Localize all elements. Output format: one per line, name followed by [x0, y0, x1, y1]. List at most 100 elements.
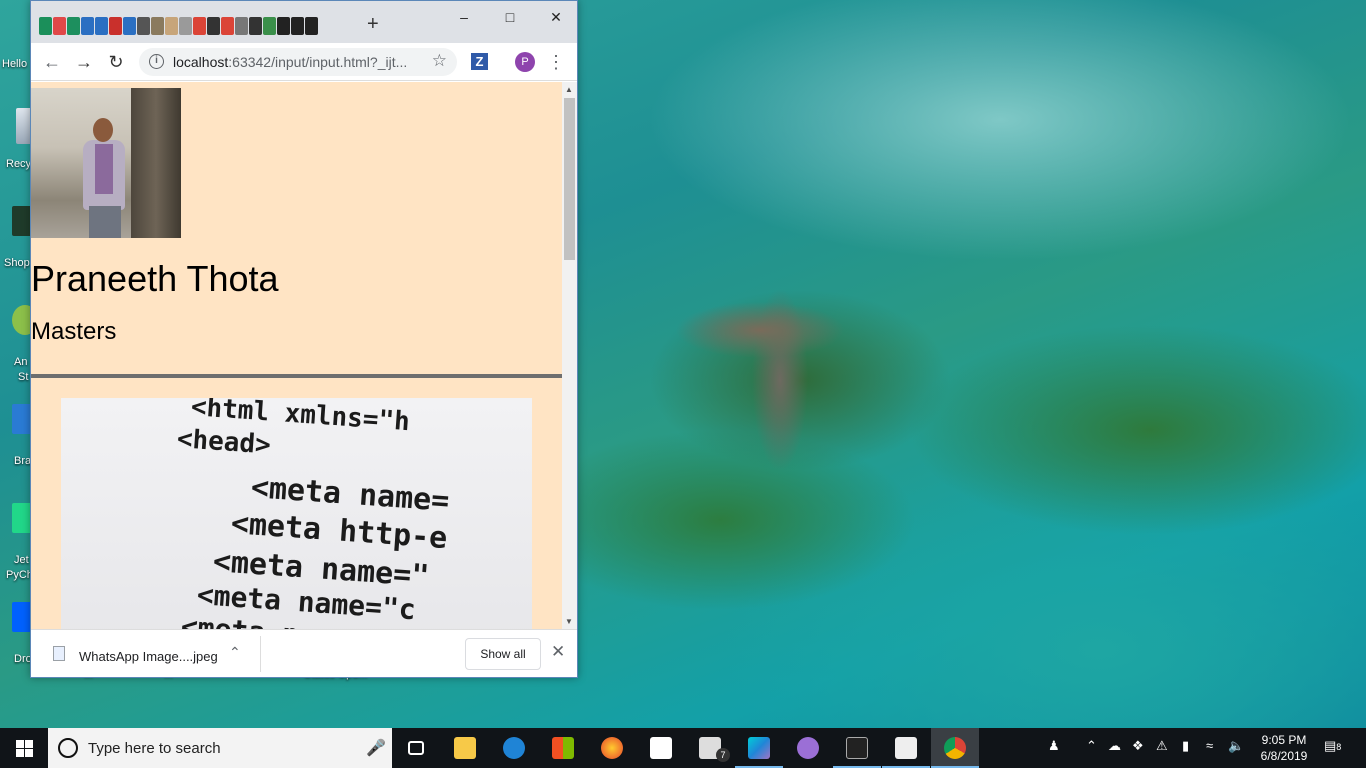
- url-path: :63342/input/input.html?_ijt...: [228, 54, 408, 70]
- tab-favicon-5[interactable]: [95, 17, 108, 35]
- taskbar: Type here to search 🎤 7 ♟ ⌃ ☁ ❖ ⚠ ▮ ≈ 🔈 …: [0, 728, 1366, 768]
- wifi-icon[interactable]: ≈: [1206, 738, 1213, 768]
- volume-icon[interactable]: 🔈: [1228, 738, 1244, 768]
- recycle-bin-icon[interactable]: [0, 108, 32, 144]
- file-explorer-icon[interactable]: [441, 728, 489, 768]
- close-download-shelf-icon[interactable]: ✕: [551, 642, 565, 662]
- forward-arrow-icon[interactable]: →: [73, 51, 95, 73]
- tab-favicon-2[interactable]: [53, 17, 66, 35]
- desktop-icon-label-hello[interactable]: Hello: [2, 58, 27, 70]
- edge-icon[interactable]: [490, 728, 538, 768]
- desktop-icon-label-shop[interactable]: Shop: [4, 257, 30, 269]
- scroll-up-arrow-icon[interactable]: ▲: [565, 85, 573, 94]
- mail-icon[interactable]: 7: [686, 728, 734, 768]
- tab-favicon-10[interactable]: [165, 17, 178, 35]
- system-clock[interactable]: 9:05 PM 6/8/2019: [1252, 732, 1316, 764]
- browser-window: + – □ ✕ ← → ↻ i localhost:63342/input/in…: [30, 0, 578, 678]
- pycharm-icon[interactable]: [0, 503, 38, 533]
- desktop-icon-label-studio[interactable]: St: [18, 371, 28, 383]
- android-studio-icon[interactable]: [0, 305, 38, 335]
- horizontal-rule: [31, 374, 562, 378]
- dropbox-icon[interactable]: [0, 602, 38, 632]
- photo-person-legs: [89, 206, 121, 238]
- tab-favicon-google-2[interactable]: [221, 17, 234, 35]
- desktop-icon-label-pycharm[interactable]: PyCh: [6, 569, 33, 581]
- desktop-icon-label-android[interactable]: An: [14, 356, 27, 368]
- github-desktop-icon[interactable]: [784, 728, 832, 768]
- maximize-icon[interactable]: □: [487, 5, 533, 29]
- new-tab-plus-icon[interactable]: +: [367, 13, 379, 36]
- onedrive-icon[interactable]: ☁: [1108, 738, 1121, 768]
- tab-favicon-16[interactable]: [277, 17, 290, 35]
- tab-favicon-18[interactable]: [305, 17, 318, 35]
- download-file-name[interactable]: WhatsApp Image....jpeg: [79, 649, 218, 664]
- chrome-icon[interactable]: [931, 728, 979, 768]
- tab-favicon-8[interactable]: [137, 17, 150, 35]
- battery-icon[interactable]: ▮: [1182, 738, 1189, 768]
- page-subheading-role: Masters: [31, 318, 117, 345]
- microphone-icon[interactable]: 🎤: [366, 738, 386, 758]
- extension-z-icon[interactable]: Z: [471, 53, 488, 70]
- tab-favicon-6[interactable]: [109, 17, 122, 35]
- photos-icon[interactable]: [882, 728, 930, 768]
- firefox-icon[interactable]: [588, 728, 636, 768]
- warning-tray-icon[interactable]: ⚠: [1156, 738, 1168, 768]
- people-icon[interactable]: ♟: [1048, 738, 1060, 768]
- tab-favicon-7[interactable]: [123, 17, 136, 35]
- tab-favicon-15[interactable]: [263, 17, 276, 35]
- scrollbar-thumb[interactable]: [564, 98, 575, 260]
- back-arrow-icon[interactable]: ←: [41, 51, 63, 73]
- start-button[interactable]: [0, 728, 48, 768]
- notification-count: 8: [1336, 742, 1342, 752]
- taskbar-search-box[interactable]: Type here to search 🎤: [48, 728, 392, 768]
- tab-favicon-3[interactable]: [67, 17, 80, 35]
- profile-avatar[interactable]: P: [515, 52, 535, 72]
- tab-favicon-14[interactable]: [249, 17, 262, 35]
- windows-logo-icon: [16, 740, 33, 757]
- address-bar[interactable]: i localhost:63342/input/input.html?_ijt.…: [139, 48, 457, 76]
- photo-person-head: [93, 118, 113, 142]
- profile-photo: [31, 88, 181, 238]
- tab-favicon-17[interactable]: [291, 17, 304, 35]
- minimize-icon[interactable]: –: [441, 5, 487, 29]
- tab-favicon-13[interactable]: [235, 17, 248, 35]
- action-center-icon[interactable]: ▤8: [1324, 738, 1341, 768]
- kebab-menu-icon[interactable]: ⋮: [547, 51, 565, 73]
- tab-favicon-4[interactable]: [81, 17, 94, 35]
- brackets-icon[interactable]: [0, 404, 38, 434]
- desktop-icon-label-brackets[interactable]: Bra: [14, 455, 31, 467]
- amazon-icon[interactable]: [637, 728, 685, 768]
- shop-app-icon[interactable]: [0, 206, 38, 236]
- bookmark-star-icon[interactable]: ☆: [432, 51, 447, 71]
- desktop-icon-label-recycle[interactable]: Recy: [6, 158, 31, 170]
- store-icon[interactable]: [539, 728, 587, 768]
- page-viewport: Praneeth Thota Masters <html xmlns="h <h…: [31, 82, 577, 629]
- url-host: localhost: [173, 54, 229, 70]
- close-window-icon[interactable]: ✕: [533, 5, 577, 29]
- chevron-up-icon[interactable]: ⌃: [229, 644, 241, 661]
- webstorm-icon[interactable]: [735, 728, 783, 768]
- task-view-icon[interactable]: [392, 728, 440, 768]
- cortana-icon[interactable]: [58, 738, 78, 758]
- tab-favicon-1[interactable]: [39, 17, 52, 35]
- mail-badge: 7: [716, 748, 730, 762]
- reload-icon[interactable]: ↻: [105, 51, 127, 73]
- dropbox-tray-icon[interactable]: ❖: [1132, 738, 1144, 768]
- desktop-icon-label-jetbrains[interactable]: Jet: [14, 554, 29, 566]
- code-line-2: <head>: [175, 424, 272, 461]
- html-code-image: <html xmlns="h <head> <meta name= <meta …: [61, 398, 532, 629]
- show-all-button[interactable]: Show all: [465, 638, 541, 670]
- scroll-down-arrow-icon[interactable]: ▼: [565, 617, 573, 626]
- tab-favicon-9[interactable]: [151, 17, 164, 35]
- tab-favicon-11[interactable]: [179, 17, 192, 35]
- vertical-scrollbar[interactable]: ▲ ▼: [562, 82, 577, 629]
- clock-time: 9:05 PM: [1261, 733, 1307, 747]
- url-text[interactable]: localhost:63342/input/input.html?_ijt...: [173, 54, 413, 70]
- tab-favicon-google-1[interactable]: [193, 17, 206, 35]
- tab-favicon-12[interactable]: [207, 17, 220, 35]
- clock-date: 6/8/2019: [1260, 749, 1308, 763]
- page-heading-name: Praneeth Thota: [31, 258, 279, 299]
- show-hidden-icons-chevron-icon[interactable]: ⌃: [1086, 738, 1097, 768]
- terminal-icon[interactable]: [833, 728, 881, 768]
- site-info-icon[interactable]: i: [149, 54, 164, 69]
